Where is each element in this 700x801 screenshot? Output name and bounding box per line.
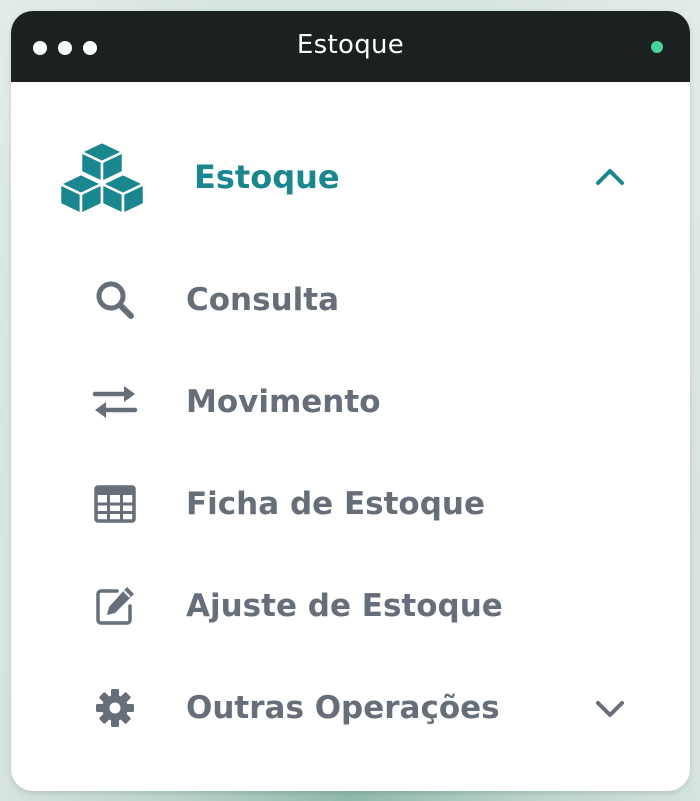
menu-item-ajuste-de-estoque[interactable]: Ajuste de Estoque — [11, 566, 690, 636]
gear-icon — [96, 689, 134, 727]
search-icon — [96, 281, 134, 319]
menu-item-outras-operacoes[interactable]: Outras Operações — [11, 668, 690, 738]
menu-item-ficha-de-estoque[interactable]: Ficha de Estoque — [11, 464, 690, 534]
edit-icon — [96, 587, 134, 625]
menu-item-movimento[interactable]: Movimento — [11, 362, 690, 432]
menu-item-consulta[interactable]: Consulta — [11, 260, 690, 330]
menu-item-label: Ficha de Estoque — [186, 486, 485, 522]
menu-item-label: Consulta — [186, 282, 340, 318]
chevron-up-icon[interactable] — [593, 160, 627, 194]
menu-item-label: Movimento — [186, 384, 381, 420]
table-icon — [94, 485, 136, 523]
title-bar: Estoque — [11, 11, 690, 82]
status-indicator — [651, 41, 663, 53]
menu-item-label: Outras Operações — [186, 690, 500, 726]
chevron-down-icon[interactable] — [593, 692, 627, 726]
window-title: Estoque — [296, 30, 405, 60]
arrows-exchange-icon — [92, 386, 138, 418]
boxes-icon — [58, 140, 146, 216]
menu-item-label: Ajuste de Estoque — [186, 588, 503, 624]
menu-header-label: Estoque — [194, 158, 340, 196]
window: Estoque Estoque Consulta Movimento Ficha… — [11, 11, 690, 791]
menu-header-estoque[interactable]: Estoque — [11, 140, 690, 224]
